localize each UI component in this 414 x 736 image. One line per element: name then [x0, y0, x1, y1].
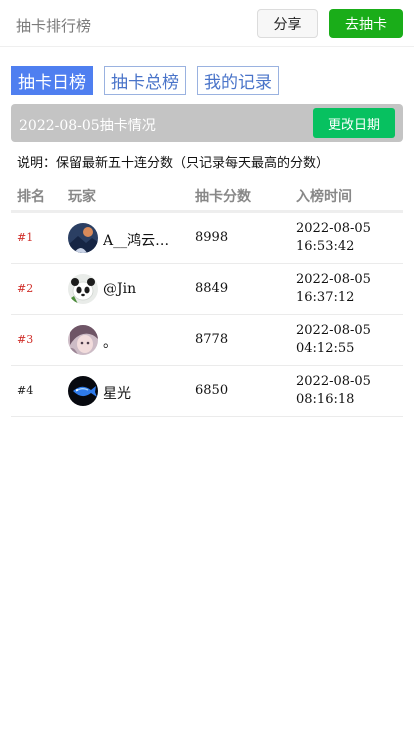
table-row[interactable]: #4 星光 6850 2022-08-05 08:16:18 [11, 366, 403, 417]
tab-bar: 抽卡日榜 抽卡总榜 我的记录 [11, 66, 290, 95]
column-rank: 排名 [17, 189, 45, 205]
avatar [68, 274, 98, 304]
time-cell: 2022-08-05 16:53:42 [296, 220, 371, 256]
score-cell: 6850 [195, 383, 229, 398]
table-header: 排名 玩家 抽卡分数 入榜时间 [11, 178, 403, 213]
avatar-landscape-icon [68, 223, 98, 253]
share-button[interactable]: 分享 [257, 9, 318, 38]
column-score: 抽卡分数 [195, 189, 251, 205]
go-draw-button[interactable]: 去抽卡 [329, 9, 403, 38]
avatar [68, 376, 98, 406]
avatar-fish-icon [68, 376, 98, 406]
column-player: 玩家 [68, 189, 96, 205]
date-summary: 2022-08-05抽卡情况 [19, 118, 156, 134]
tab-my-records[interactable]: 我的记录 [197, 66, 279, 95]
time-clock: 04:12:55 [296, 341, 355, 356]
page-title: 抽卡排行榜 [16, 17, 92, 35]
time-clock: 16:53:42 [296, 239, 355, 254]
top-header: 抽卡排行榜 分享 去抽卡 [0, 0, 414, 47]
avatar-anime-icon [68, 325, 98, 355]
player-name: 。 [103, 335, 117, 351]
avatar-panda-icon [68, 274, 98, 304]
player-name: @Jin [103, 281, 137, 297]
time-cell: 2022-08-05 08:16:18 [296, 373, 371, 409]
rank-cell: #1 [17, 231, 34, 244]
score-cell: 8998 [195, 230, 229, 245]
player-name: A__鸿云… [103, 233, 170, 249]
rules-note: 说明：保留最新五十连分数（只记录每天最高的分数） [17, 156, 330, 171]
rank-cell: #4 [17, 384, 34, 397]
change-date-button[interactable]: 更改日期 [313, 108, 395, 138]
time-date: 2022-08-05 [296, 323, 371, 338]
table-row[interactable]: #1 A__鸿云… 8998 2022-08-05 16:53:42 [11, 213, 403, 264]
avatar [68, 325, 98, 355]
rank-cell: #2 [17, 282, 34, 295]
time-date: 2022-08-05 [296, 221, 371, 236]
time-cell: 2022-08-05 16:37:12 [296, 271, 371, 307]
score-cell: 8778 [195, 332, 229, 347]
time-date: 2022-08-05 [296, 272, 371, 287]
table-row[interactable]: #3 。 8778 2022-08-05 04:12:55 [11, 315, 403, 366]
avatar [68, 223, 98, 253]
ranking-table: 排名 玩家 抽卡分数 入榜时间 #1 A__鸿云… 8998 2022-08-0… [11, 178, 403, 417]
date-bar: 2022-08-05抽卡情况 更改日期 [11, 104, 403, 142]
column-time: 入榜时间 [296, 189, 352, 205]
time-date: 2022-08-05 [296, 374, 371, 389]
player-name: 星光 [103, 386, 131, 402]
tab-total-ranking[interactable]: 抽卡总榜 [104, 66, 186, 95]
score-cell: 8849 [195, 281, 229, 296]
time-cell: 2022-08-05 04:12:55 [296, 322, 371, 358]
rank-cell: #3 [17, 333, 34, 346]
time-clock: 08:16:18 [296, 392, 355, 407]
tab-daily-ranking[interactable]: 抽卡日榜 [11, 66, 93, 95]
time-clock: 16:37:12 [296, 290, 355, 305]
table-row[interactable]: #2 @Jin 8849 2022-08-05 16:37:12 [11, 264, 403, 315]
